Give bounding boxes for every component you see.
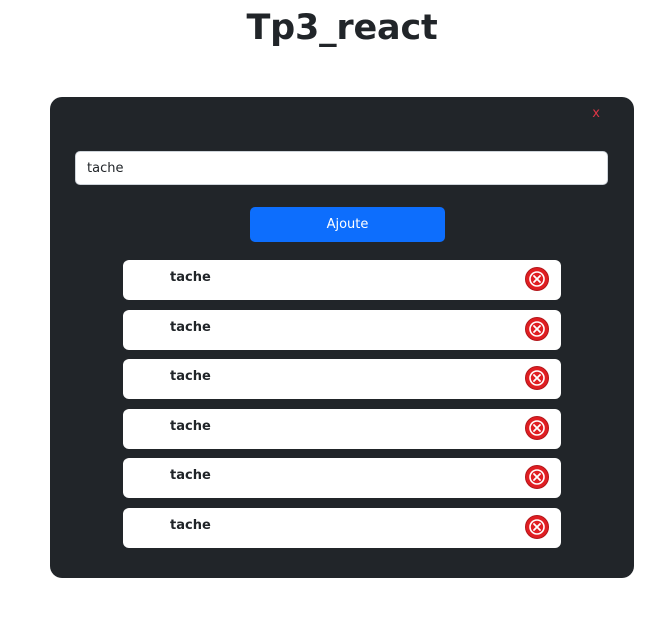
delete-task-icon[interactable] <box>525 267 549 291</box>
task-text: tache <box>170 270 211 285</box>
task-text: tache <box>170 517 211 533</box>
todo-card: x Ajoute tache tache <box>50 97 634 578</box>
add-task-button[interactable]: Ajoute <box>250 207 445 242</box>
delete-task-icon[interactable] <box>525 415 549 440</box>
task-input[interactable] <box>75 151 608 185</box>
delete-task-icon[interactable] <box>525 465 549 489</box>
close-button[interactable]: x <box>592 106 600 121</box>
delete-task-icon[interactable] <box>525 316 549 341</box>
task-text: tache <box>170 369 211 384</box>
task-item: tache <box>123 359 561 399</box>
task-item: tache <box>123 458 561 498</box>
task-text: tache <box>170 418 211 434</box>
page-title: Tp3_react <box>246 8 438 48</box>
task-item: tache <box>123 309 561 350</box>
delete-task-icon[interactable] <box>525 366 549 390</box>
task-list: tache tache tache tache tache tache <box>123 260 561 557</box>
delete-task-icon[interactable] <box>525 514 549 539</box>
page: Tp3_react x Ajoute tache tache <box>0 0 665 626</box>
task-item: tache <box>123 507 561 548</box>
task-text: tache <box>170 468 211 483</box>
task-item: tache <box>123 260 561 300</box>
task-text: tache <box>170 319 211 335</box>
task-item: tache <box>123 408 561 449</box>
